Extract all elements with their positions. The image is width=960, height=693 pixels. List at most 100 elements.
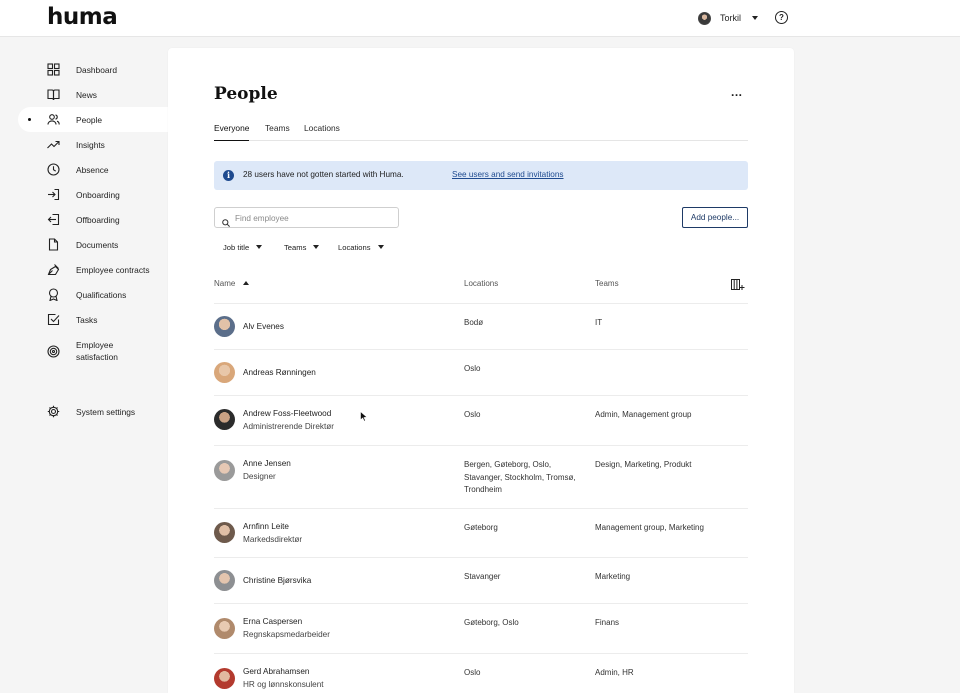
filter-locations[interactable]: Locations [338, 241, 384, 253]
person-locations: Oslo [464, 668, 481, 677]
table-row[interactable]: Anne Jensen Designer Bergen, Gøteborg, O… [214, 446, 748, 509]
person-title: Administrerende Direktør [243, 422, 334, 431]
sidebar-item-label: Insights [76, 139, 105, 150]
person-teams: Admin, Management group [595, 410, 692, 419]
sidebar-item-employee-satisfaction[interactable]: Employee satisfaction [18, 338, 168, 364]
person-locations: Bodø [464, 318, 484, 327]
chevron-down-icon [256, 245, 263, 249]
book-icon [47, 88, 60, 101]
sidebar-item-system-settings[interactable]: System settings [18, 399, 168, 424]
chevron-down-icon [752, 16, 759, 20]
chevron-down-icon [313, 245, 320, 249]
add-people-button[interactable]: Add people... [682, 207, 748, 228]
user-menu[interactable]: Torkil [698, 10, 759, 26]
person-teams: Management group, Marketing [595, 523, 704, 532]
person-name: Arnfinn Leite [243, 522, 289, 531]
person-locations: Oslo [464, 364, 481, 373]
sidebar-item-employee-contracts[interactable]: Employee contracts [18, 257, 168, 282]
sidebar-item-dashboard[interactable]: Dashboard [18, 57, 168, 82]
person-name: Alv Evenes [243, 322, 284, 331]
sort-ascending-icon[interactable] [243, 281, 250, 285]
banner-text: 28 users have not gotten started with Hu… [243, 170, 404, 179]
active-indicator [28, 118, 31, 121]
sidebar-item-absence[interactable]: Absence [18, 157, 168, 182]
table-row[interactable]: Andrew Foss-Fleetwood Administrerende Di… [214, 396, 748, 446]
sidebar: Dashboard News People Insights Absence O… [0, 37, 168, 693]
sidebar-item-people[interactable]: People [18, 107, 168, 132]
sidebar-item-news[interactable]: News [18, 82, 168, 107]
person-title: HR og lønnskonsulent [243, 680, 324, 689]
sidebar-item-label: Documents [76, 239, 119, 250]
table-row[interactable]: Erna Caspersen Regnskapsmedarbeider Gøte… [214, 604, 748, 654]
more-options-button[interactable]: ... [731, 86, 745, 101]
target-icon [47, 345, 60, 358]
avatar [214, 570, 235, 591]
tab-teams[interactable]: Teams [265, 123, 290, 141]
sidebar-item-documents[interactable]: Documents [18, 232, 168, 257]
sidebar-item-label: People [76, 114, 103, 125]
tab-everyone[interactable]: Everyone [214, 123, 250, 141]
column-settings-icon[interactable] [731, 278, 745, 290]
sign-in-icon [47, 188, 60, 201]
person-locations: Oslo [464, 410, 481, 419]
sidebar-item-label: Offboarding [76, 214, 120, 225]
column-header-locations[interactable]: Locations [464, 279, 498, 288]
sidebar-item-label: Dashboard [76, 64, 117, 75]
sidebar-item-label: System settings [76, 406, 136, 417]
huma-logo[interactable]: huma [47, 4, 118, 30]
person-locations: Bergen, Gøteborg, Oslo, Stavanger, Stock… [464, 460, 576, 494]
avatar [214, 618, 235, 639]
filter-teams[interactable]: Teams [284, 241, 320, 253]
sidebar-item-label: Onboarding [76, 189, 120, 200]
person-name: Gerd Abrahamsen [243, 667, 310, 676]
person-teams: Admin, HR [595, 668, 634, 677]
column-header-teams[interactable]: Teams [595, 279, 619, 288]
search-box[interactable] [214, 207, 399, 228]
top-bar: huma Torkil ? [0, 0, 960, 37]
user-name: Torkil [720, 13, 742, 23]
sidebar-item-label: Tasks [76, 314, 98, 325]
help-icon[interactable]: ? [775, 11, 788, 24]
table-row[interactable]: Gerd Abrahamsen HR og lønnskonsulent Osl… [214, 654, 748, 693]
avatar [214, 316, 235, 337]
sidebar-item-label: Absence [76, 164, 109, 175]
document-icon [47, 238, 60, 251]
person-locations: Gøteborg [464, 523, 498, 532]
sidebar-item-label: Employee satisfaction [76, 340, 118, 362]
sidebar-item-insights[interactable]: Insights [18, 132, 168, 157]
person-title: Designer [243, 472, 276, 481]
column-header-name[interactable]: Name [214, 279, 250, 288]
search-input[interactable] [235, 211, 390, 225]
checkbox-icon [47, 313, 60, 326]
sidebar-item-label: Qualifications [76, 289, 127, 300]
table-row[interactable]: Alv Evenes Bodø IT [214, 304, 748, 350]
table-row[interactable]: Andreas Rønningen Oslo [214, 350, 748, 396]
person-name: Erna Caspersen [243, 617, 303, 626]
sidebar-item-offboarding[interactable]: Offboarding [18, 207, 168, 232]
person-teams: Marketing [595, 572, 631, 581]
person-name: Andreas Rønningen [243, 368, 316, 377]
send-invitations-link[interactable]: See users and send invitations [452, 170, 564, 179]
sidebar-item-onboarding[interactable]: Onboarding [18, 182, 168, 207]
person-title: Markedsdirektør [243, 535, 303, 544]
sidebar-item-label: News [76, 89, 97, 100]
sidebar-item-tasks[interactable]: Tasks [18, 307, 168, 332]
filter-job-title[interactable]: Job title [223, 241, 263, 253]
mouse-cursor-icon [360, 409, 368, 422]
user-avatar [698, 11, 711, 25]
clock-icon [47, 163, 60, 176]
info-icon: i [223, 170, 234, 181]
table-row[interactable]: Arnfinn Leite Markedsdirektør Gøteborg M… [214, 509, 748, 558]
pen-icon [47, 263, 60, 276]
person-locations: Stavanger [464, 572, 501, 581]
filter-label: Job title [223, 242, 250, 252]
table-row[interactable]: Christine Bjørsvika Stavanger Marketing [214, 558, 748, 604]
dashboard-icon [47, 63, 60, 76]
sidebar-item-qualifications[interactable]: Qualifications [18, 282, 168, 307]
sidebar-item-label: Employee contracts [76, 264, 150, 275]
trend-icon [47, 138, 60, 151]
avatar [214, 668, 235, 689]
tab-locations[interactable]: Locations [304, 123, 340, 141]
person-name: Andrew Foss-Fleetwood [243, 409, 332, 418]
person-name: Anne Jensen [243, 459, 291, 468]
